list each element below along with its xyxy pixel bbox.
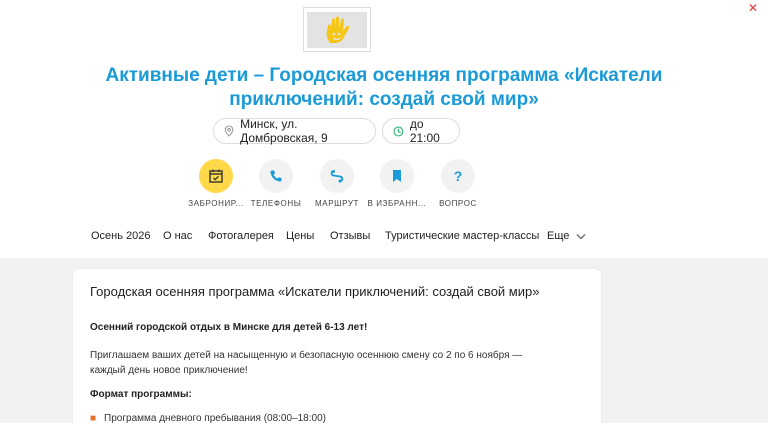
question-label: ВОПРОС xyxy=(439,199,477,208)
action-bar: ЗАБРОНИР... ТЕЛЕФОНЫ МАРШРУТ В ИЗБРАНН..… xyxy=(0,159,768,215)
clock-icon xyxy=(393,126,404,136)
list-item: ■ Программа дневного пребывания (08:00–18… xyxy=(90,413,326,423)
favorite-button[interactable]: В ИЗБРАНН... xyxy=(362,159,432,208)
logo xyxy=(303,7,371,52)
phone-icon xyxy=(270,170,282,182)
bookmark-icon xyxy=(393,170,401,182)
bullet-text: Программа дневного пребывания (08:00–18:… xyxy=(104,413,326,423)
location-pin-icon xyxy=(224,125,234,137)
route-icon xyxy=(330,170,344,183)
card-section-heading: Формат программы: xyxy=(90,389,192,400)
hand-icon xyxy=(326,16,350,43)
nav-autumn-2026[interactable]: Осень 2026 xyxy=(91,230,151,242)
nav-workshops[interactable]: Туристические мастер-классы xyxy=(385,230,539,242)
question-icon: ? xyxy=(453,168,463,184)
favorite-circle xyxy=(380,159,414,193)
place-header: ✕ Активные дети – Городская осенняя прог… xyxy=(0,0,768,260)
card-paragraph: Приглашаем ваших детей на насыщенную и б… xyxy=(90,350,523,376)
address-pill[interactable]: Минск, ул. Домбровская, 9 xyxy=(213,117,376,145)
address-text: Минск, ул. Домбровская, 9 xyxy=(240,117,328,145)
bullet-dot: ■ xyxy=(90,413,97,423)
nav-more[interactable]: Еще xyxy=(547,230,586,242)
phones-button[interactable]: ТЕЛЕФОНЫ xyxy=(241,159,311,208)
calendar-icon xyxy=(209,169,223,183)
hours-text: до 21:00 xyxy=(409,117,440,145)
card-lead: Осенний городской отдых в Минске для дет… xyxy=(90,322,368,333)
question-button[interactable]: ? ВОПРОС xyxy=(423,159,493,208)
nav-about[interactable]: О нас xyxy=(163,230,192,242)
nav-reviews[interactable]: Отзывы xyxy=(330,230,370,242)
nav-more-label: Еще xyxy=(547,230,570,242)
program-card: Городская осенняя программа «Искатели пр… xyxy=(73,269,601,423)
chevron-down-icon xyxy=(576,233,586,240)
section-nav: Осень 2026 О нас Фотогалерея Цены Отзывы… xyxy=(0,230,768,250)
page-title: Активные дети – Городская осенняя програ… xyxy=(105,65,663,110)
nav-gallery[interactable]: Фотогалерея xyxy=(208,230,274,242)
question-circle: ? xyxy=(441,159,475,193)
logo-image xyxy=(307,11,367,48)
book-circle xyxy=(199,159,233,193)
card-title: Городская осенняя программа «Искатели пр… xyxy=(90,284,540,299)
close-icon[interactable]: ✕ xyxy=(746,2,760,16)
route-circle xyxy=(320,159,354,193)
phones-circle xyxy=(259,159,293,193)
hours-pill[interactable]: до 21:00 xyxy=(382,117,460,145)
phones-label: ТЕЛЕФОНЫ xyxy=(250,199,302,208)
favorite-label: В ИЗБРАНН... xyxy=(367,199,427,208)
nav-prices[interactable]: Цены xyxy=(286,230,314,242)
